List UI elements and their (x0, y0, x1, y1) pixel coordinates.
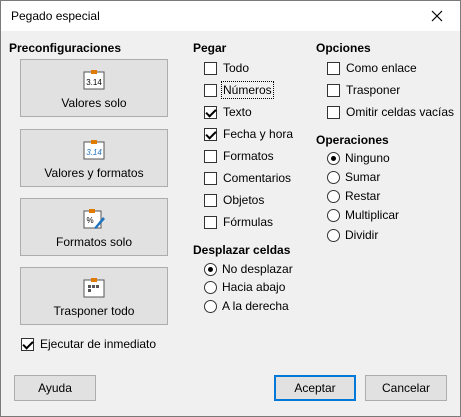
shift-cells-heading: Desplazar celdas (193, 243, 291, 257)
svg-text:%: % (86, 216, 93, 225)
paste-formulas-check[interactable] (204, 215, 217, 229)
paste-formulas-checkbox[interactable]: Fórmulas (204, 213, 273, 231)
option-transpose-checkbox[interactable]: Trasponer (327, 81, 400, 99)
operation-none-label: Ninguno (345, 151, 390, 165)
option-skip-empty-checkbox[interactable]: Omitir celdas vacías (327, 103, 454, 121)
run-immediately-checkbox[interactable]: Ejecutar de inmediato (21, 335, 156, 353)
preset-values-formats-button[interactable]: 3.14 Valores y formatos (20, 129, 168, 187)
paste-comments-check[interactable] (204, 171, 217, 185)
paste-text-label: Texto (223, 105, 252, 119)
paste-datetime-checkbox[interactable]: Fecha y hora (204, 125, 293, 143)
shift-down-label: Hacia abajo (222, 280, 286, 294)
paste-objects-check[interactable] (204, 193, 217, 207)
paste-text-checkbox[interactable]: Texto (204, 103, 252, 121)
paste-formats-icon: % (83, 209, 105, 229)
operation-multiply-dot[interactable] (327, 208, 340, 222)
preset-values-formats-label: Valores y formatos (44, 166, 144, 180)
paste-numbers-check[interactable] (204, 83, 217, 97)
preset-formats-only-label: Formatos solo (55, 235, 133, 249)
option-link-label: Como enlace (346, 61, 417, 75)
preset-values-only-button[interactable]: 3.14 Valores solo (20, 59, 168, 117)
operation-subtract-label: Restar (345, 189, 381, 203)
shift-none-label: No desplazar (222, 262, 293, 276)
operation-divide-label: Dividir (345, 228, 379, 242)
paste-special-dialog: Pegado especial Preconfiguraciones 3.14 … (0, 0, 461, 417)
shift-down-radio[interactable]: Hacia abajo (204, 278, 285, 296)
preset-formats-only-button[interactable]: % Formatos solo (20, 198, 168, 256)
operation-divide-dot[interactable] (327, 228, 340, 242)
operation-multiply-label: Multiplicar (345, 208, 400, 222)
operation-divide-radio[interactable]: Dividir (327, 226, 378, 244)
paste-all-label: Todo (223, 61, 250, 75)
svg-text:3.14: 3.14 (86, 148, 102, 157)
operation-subtract-radio[interactable]: Restar (327, 187, 380, 205)
paste-values-icon: 3.14 (83, 70, 105, 90)
run-immediately-label: Ejecutar de inmediato (40, 337, 157, 351)
shift-down-dot[interactable] (204, 280, 217, 294)
option-link-checkbox[interactable]: Como enlace (327, 59, 417, 77)
option-transpose-check[interactable] (327, 83, 340, 97)
preset-values-only-label: Valores solo (61, 96, 127, 110)
paste-numbers-checkbox[interactable]: Números (204, 81, 274, 99)
operation-none-radio[interactable]: Ninguno (327, 149, 390, 167)
operations-heading: Operaciones (316, 133, 389, 147)
paste-objects-label: Objetos (223, 193, 265, 207)
title-bar: Pegado especial (1, 1, 460, 31)
shift-none-radio[interactable]: No desplazar (204, 260, 293, 278)
paste-values-formats-icon: 3.14 (83, 140, 105, 160)
paste-all-checkbox[interactable]: Todo (204, 59, 249, 77)
paste-all-check[interactable] (204, 61, 217, 75)
paste-comments-checkbox[interactable]: Comentarios (204, 169, 291, 187)
presets-heading: Preconfiguraciones (9, 41, 122, 55)
shift-right-radio[interactable]: A la derecha (204, 297, 289, 315)
preset-transpose-all-label: Trasponer todo (53, 304, 135, 318)
paste-formulas-label: Fórmulas (223, 215, 274, 229)
close-button[interactable] (414, 1, 460, 31)
cancel-button[interactable]: Cancelar (365, 375, 447, 401)
paste-datetime-check[interactable] (204, 127, 217, 141)
option-link-check[interactable] (327, 61, 340, 75)
options-heading: Opciones (316, 41, 371, 55)
paste-heading: Pegar (193, 41, 227, 55)
paste-datetime-label: Fecha y hora (223, 127, 294, 141)
paste-formats-check[interactable] (204, 149, 217, 163)
operation-multiply-radio[interactable]: Multiplicar (327, 206, 399, 224)
operation-add-dot[interactable] (327, 170, 340, 184)
operation-add-radio[interactable]: Sumar (327, 168, 380, 186)
paste-comments-label: Comentarios (223, 171, 292, 185)
shift-right-dot[interactable] (204, 299, 217, 313)
paste-objects-checkbox[interactable]: Objetos (204, 191, 264, 209)
option-transpose-label: Trasponer (346, 83, 401, 97)
svg-text:3.14: 3.14 (86, 78, 102, 87)
paste-transpose-icon (83, 278, 105, 298)
paste-formats-label: Formatos (223, 149, 274, 163)
option-skip-empty-label: Omitir celdas vacías (346, 105, 455, 119)
option-skip-empty-check[interactable] (327, 105, 340, 119)
operation-add-label: Sumar (345, 170, 381, 184)
help-button[interactable]: Ayuda (14, 375, 96, 401)
paste-text-check[interactable] (204, 105, 217, 119)
paste-numbers-label: Números (221, 81, 274, 99)
paste-formats-checkbox[interactable]: Formatos (204, 147, 274, 165)
ok-button[interactable]: Aceptar (274, 375, 356, 401)
run-immediately-check[interactable] (21, 337, 34, 351)
shift-none-dot[interactable] (204, 262, 217, 276)
close-icon (431, 10, 443, 22)
window-title: Pegado especial (11, 9, 100, 23)
operation-subtract-dot[interactable] (327, 189, 340, 203)
preset-transpose-all-button[interactable]: Trasponer todo (20, 267, 168, 325)
operation-none-dot[interactable] (327, 151, 340, 165)
shift-right-label: A la derecha (222, 299, 289, 313)
